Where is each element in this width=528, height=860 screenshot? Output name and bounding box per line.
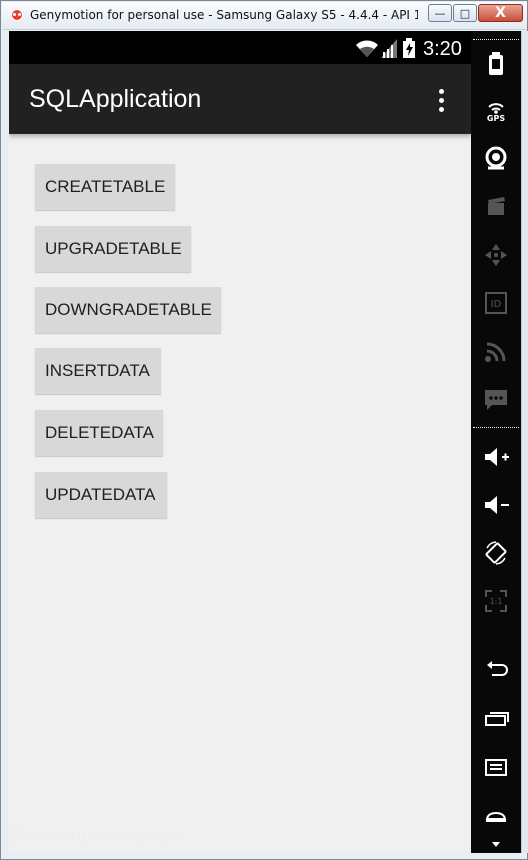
pixel-perfect-button[interactable]: 1:1 — [480, 585, 512, 617]
battery-tool-button[interactable] — [480, 47, 512, 79]
genymotion-side-toolbar: GPS ID 1:1 — [471, 31, 521, 853]
back-icon — [487, 661, 508, 676]
window-title: Genymotion for personal use - Samsung Ga… — [30, 8, 418, 22]
rotate-icon — [485, 541, 507, 565]
window-titlebar: Genymotion for personal use - Samsung Ga… — [2, 2, 527, 30]
signal-icon — [381, 39, 397, 58]
downgrade-table-button[interactable]: DOWNGRADETABLE — [35, 287, 221, 333]
upgrade-table-button[interactable]: UPGRADETABLE — [35, 226, 191, 272]
genymotion-logo-icon — [10, 8, 24, 22]
overflow-menu-icon — [438, 106, 444, 112]
overflow-menu-icon — [438, 88, 444, 94]
genymotion-window: Genymotion for personal use - Samsung Ga… — [0, 0, 528, 860]
maximize-button[interactable]: □ — [453, 4, 477, 22]
volume-up-button[interactable] — [480, 441, 512, 473]
window-right-border — [521, 31, 528, 853]
menu-button[interactable] — [480, 751, 512, 783]
toolbar-divider — [473, 39, 519, 40]
delete-data-button[interactable]: DELETEDATA — [35, 410, 163, 456]
home-button[interactable] — [480, 799, 512, 831]
personal-use-watermark: free for personal use — [13, 826, 188, 847]
rotate-button[interactable] — [480, 537, 512, 569]
ratio-label: 1:1 — [490, 597, 503, 606]
scroll-down-icon[interactable] — [492, 842, 500, 847]
volume-down-icon — [485, 496, 509, 514]
camera-tool-button[interactable] — [480, 143, 512, 175]
volume-down-button[interactable] — [480, 489, 512, 521]
battery-icon — [489, 52, 503, 75]
wifi-icon — [356, 40, 378, 57]
android-status-bar: 3:20 — [9, 31, 471, 64]
volume-up-icon — [485, 448, 509, 466]
update-data-button[interactable]: UPDATEDATA — [35, 472, 167, 518]
id-label: ID — [491, 299, 502, 310]
broadcast-icon — [485, 342, 506, 362]
dpad-tool-button[interactable] — [480, 239, 512, 271]
window-controls: — □ X — [428, 4, 523, 22]
app-title: SQLApplication — [29, 85, 202, 113]
close-button[interactable]: X — [478, 4, 523, 22]
identity-tool-button[interactable]: ID — [480, 287, 512, 319]
overflow-menu-button[interactable] — [427, 84, 455, 116]
camera-icon — [485, 146, 507, 170]
id-icon: ID — [485, 292, 507, 314]
message-icon — [485, 390, 507, 410]
recent-apps-button[interactable] — [480, 703, 512, 735]
pixel-perfect-icon: 1:1 — [485, 590, 507, 612]
video-tool-button[interactable] — [480, 191, 512, 223]
android-device-screen: 3:20 SQLApplication CREATETABLE UPGRADET… — [9, 31, 471, 853]
app-toolbar: SQLApplication — [9, 64, 471, 134]
dpad-icon — [485, 244, 507, 266]
message-tool-button[interactable] — [480, 383, 512, 415]
recent-apps-icon — [485, 712, 509, 726]
create-table-button[interactable]: CREATETABLE — [35, 164, 175, 210]
battery-icon — [403, 38, 415, 58]
video-icon — [488, 197, 505, 215]
insert-data-button[interactable]: INSERTDATA — [35, 348, 161, 394]
toolbar-divider — [473, 427, 519, 428]
gps-tool-button[interactable]: GPS — [480, 95, 512, 127]
status-time: 3:20 — [423, 38, 462, 60]
broadcast-tool-button[interactable] — [480, 335, 512, 367]
gps-label: GPS — [486, 114, 506, 123]
minimize-button[interactable]: — — [428, 4, 452, 22]
home-icon — [485, 811, 507, 822]
back-button[interactable] — [480, 653, 512, 685]
app-content: CREATETABLE UPGRADETABLE DOWNGRADETABLE … — [9, 134, 471, 853]
overflow-menu-icon — [438, 97, 444, 103]
menu-icon — [485, 759, 507, 776]
